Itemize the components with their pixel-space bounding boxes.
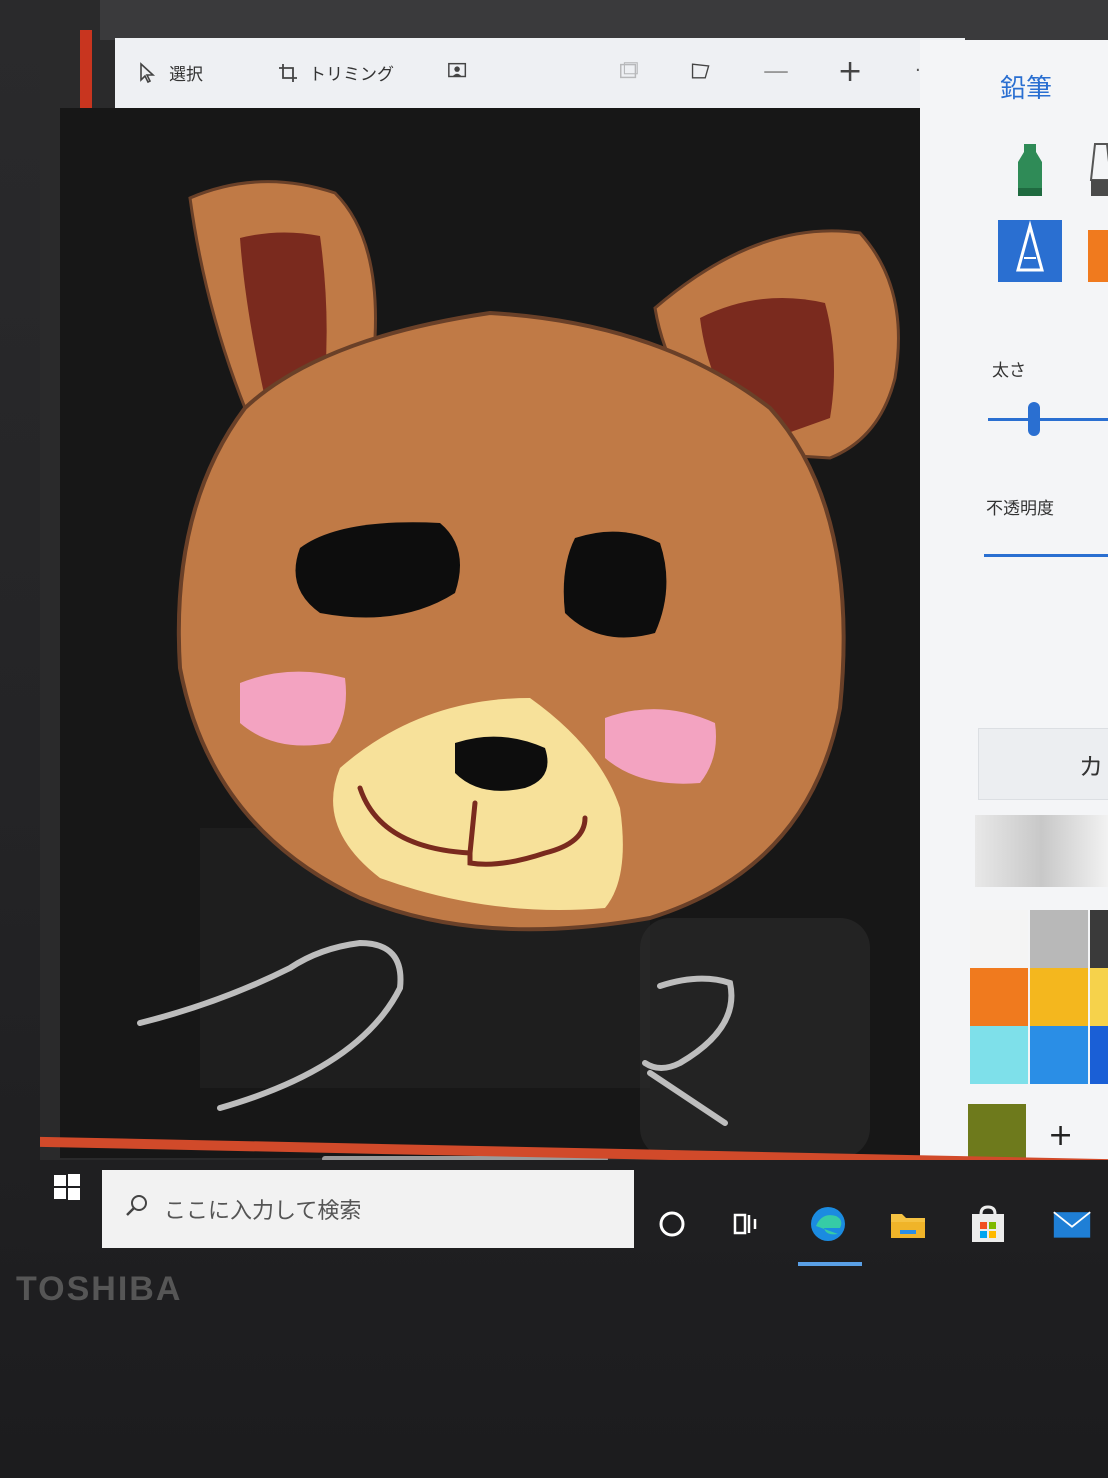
color-gradient[interactable] xyxy=(975,815,1108,887)
zoom-out-button[interactable]: — xyxy=(763,56,789,86)
store-icon[interactable] xyxy=(968,1204,1008,1244)
nose xyxy=(455,736,548,791)
cursor-icon xyxy=(137,61,159,84)
opacity-label: 不透明度 xyxy=(986,499,1054,519)
add-sticker-box[interactable]: カ xyxy=(978,728,1108,800)
bear-drawing xyxy=(137,180,900,1158)
start-button[interactable] xyxy=(52,1172,82,1206)
3d-view-tool[interactable] xyxy=(618,60,640,82)
color-swatch[interactable] xyxy=(970,1026,1028,1084)
zoom-in-button[interactable]: + xyxy=(837,53,863,89)
pen-icon xyxy=(1089,143,1108,196)
3d-view-icon xyxy=(618,60,640,82)
minus-icon: — xyxy=(763,56,789,86)
cortana-icon[interactable] xyxy=(652,1204,692,1244)
marker-icon xyxy=(1018,144,1042,196)
edge-active-indicator xyxy=(798,1262,862,1266)
color-swatch[interactable] xyxy=(970,968,1028,1026)
calligraphy-pen[interactable] xyxy=(1085,140,1108,204)
crop-icon xyxy=(277,62,299,84)
top-toolbar: 選択 トリミング — + ··· xyxy=(115,38,965,108)
magic-select-icon xyxy=(447,60,469,82)
search-icon xyxy=(124,1193,150,1225)
task-view-icon[interactable] xyxy=(728,1204,768,1244)
drawing-canvas[interactable] xyxy=(60,108,940,1158)
color-swatch[interactable] xyxy=(1090,1026,1108,1084)
file-explorer-icon[interactable] xyxy=(888,1204,928,1244)
add-color-icon[interactable]: + xyxy=(1048,1118,1073,1153)
color-swatch[interactable] xyxy=(970,910,1028,968)
color-swatch[interactable] xyxy=(968,1104,1026,1162)
magic-select-tool[interactable] xyxy=(447,60,469,82)
color-swatch[interactable] xyxy=(1090,910,1108,968)
laptop-brand-logo: TOSHIBA xyxy=(16,1270,183,1308)
panel-title: 鉛筆 xyxy=(1000,74,1053,104)
marker-brush[interactable] xyxy=(1010,140,1050,204)
crop-tool[interactable]: トリミング xyxy=(277,60,394,85)
thickness-label: 太さ xyxy=(992,361,1026,381)
partial-label-icon: カ xyxy=(1079,753,1103,781)
mixed-reality-tool[interactable] xyxy=(690,60,712,82)
color-swatch[interactable] xyxy=(1030,968,1088,1026)
plus-icon: + xyxy=(837,53,863,89)
flag-icon xyxy=(690,60,712,82)
select-tool[interactable]: 選択 xyxy=(137,60,203,85)
title-strip xyxy=(100,0,1108,40)
select-label: 選択 xyxy=(169,65,203,85)
right-eye xyxy=(563,531,667,638)
mail-icon[interactable] xyxy=(1052,1204,1092,1244)
color-swatch[interactable] xyxy=(1090,968,1108,1026)
pencil-icon xyxy=(1016,220,1044,272)
search-placeholder: ここに入力して検索 xyxy=(164,1199,362,1224)
crop-label: トリミング xyxy=(309,65,394,85)
windows-logo-icon xyxy=(54,1174,80,1200)
pencil-brush-selected[interactable] xyxy=(998,220,1062,282)
thickness-slider[interactable] xyxy=(988,418,1108,421)
edge-browser-icon[interactable] xyxy=(808,1204,848,1244)
opacity-slider[interactable] xyxy=(984,554,1108,557)
crayon-brush[interactable] xyxy=(1088,230,1108,282)
brush-panel: 鉛筆 太さ 不透明度 カ + xyxy=(920,40,1108,1200)
taskbar-search[interactable]: ここに入力して検索 xyxy=(102,1170,634,1248)
color-swatch[interactable] xyxy=(1030,910,1088,968)
color-swatch[interactable] xyxy=(1030,1026,1088,1084)
thickness-slider-thumb[interactable] xyxy=(1027,402,1040,436)
